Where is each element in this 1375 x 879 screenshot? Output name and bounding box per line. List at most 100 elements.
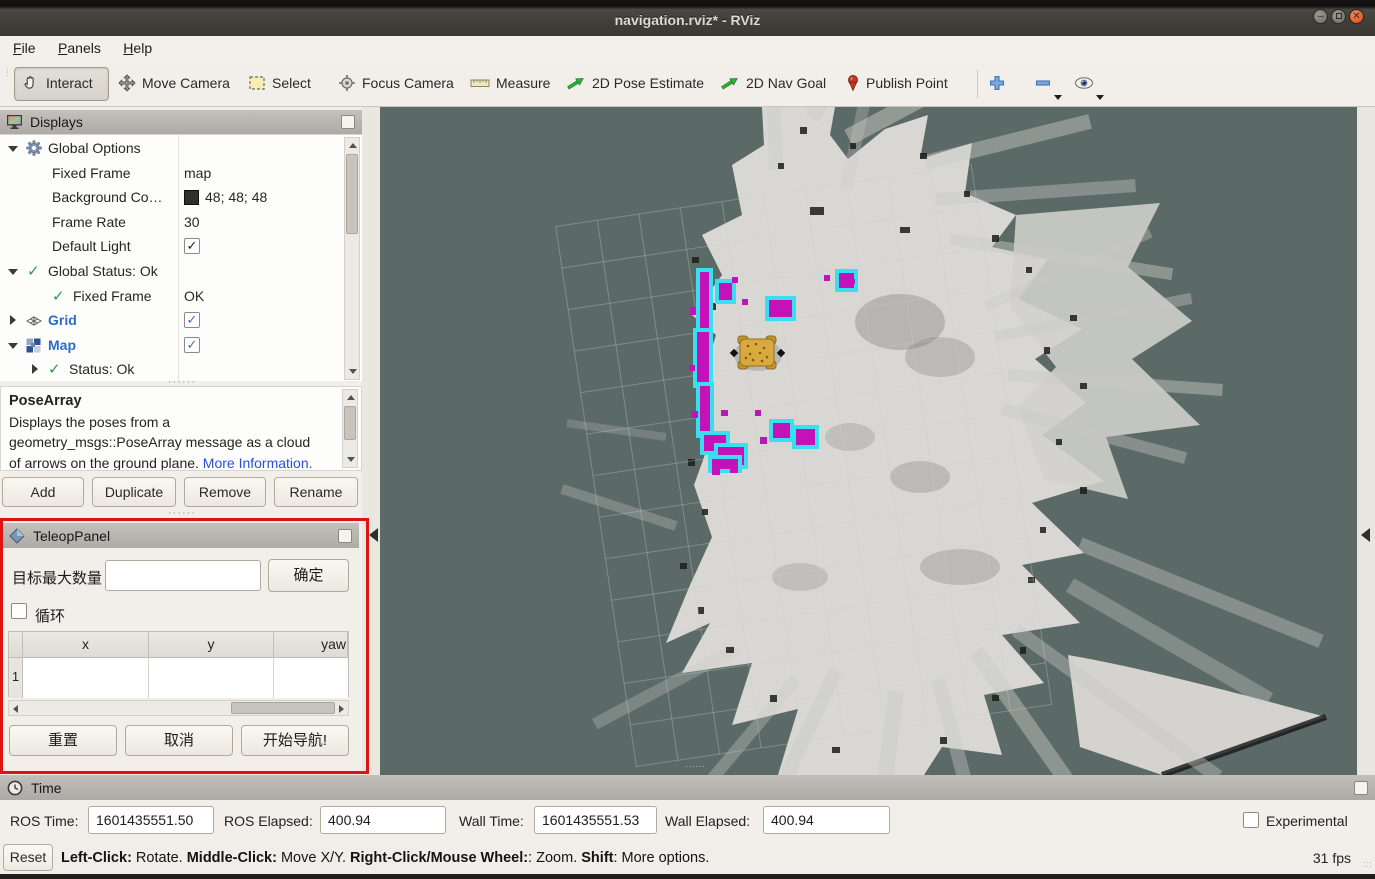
pin-icon xyxy=(846,74,860,92)
minimize-button[interactable]: – xyxy=(1313,9,1328,24)
scroll-right-icon[interactable] xyxy=(339,705,344,713)
scroll-down-icon[interactable] xyxy=(347,457,355,462)
close-button[interactable]: ✕ xyxy=(1349,9,1364,24)
tree-row-grid[interactable]: Grid ✓ xyxy=(0,309,344,333)
wall-elapsed-input[interactable] xyxy=(763,806,890,834)
tree-row-fixed-frame[interactable]: Fixed Frame map xyxy=(0,162,344,186)
nav-goal-tool[interactable]: 2D Nav Goal xyxy=(720,74,826,92)
expander-right-icon[interactable] xyxy=(32,364,38,374)
wall-time-input[interactable] xyxy=(534,806,657,834)
remove-button[interactable]: Remove xyxy=(184,477,266,507)
zoom-dropdown-arrow-icon[interactable] xyxy=(1054,95,1062,100)
ros-time-input[interactable] xyxy=(88,806,214,834)
expander-down-icon[interactable] xyxy=(8,146,18,152)
move-camera-tool[interactable]: Move Camera xyxy=(118,74,230,92)
ros-elapsed-input[interactable] xyxy=(320,806,446,834)
reset-goals-button[interactable]: 重置 xyxy=(9,725,117,756)
experimental-checkbox[interactable] xyxy=(1243,812,1259,828)
collapse-left-arrow-icon[interactable] xyxy=(369,528,378,542)
tree-value[interactable]: 48; 48; 48 xyxy=(205,189,267,205)
scrollbar-thumb[interactable] xyxy=(344,406,356,440)
displays-float-button[interactable] xyxy=(341,115,355,129)
eye-dropdown-arrow-icon[interactable] xyxy=(1096,95,1104,100)
splitter-handle[interactable]: ······ xyxy=(168,511,196,515)
default-light-checkbox[interactable]: ✓ xyxy=(184,238,200,254)
scroll-up-icon[interactable] xyxy=(349,143,357,148)
cancel-button[interactable]: 取消 xyxy=(125,725,233,756)
publish-point-tool[interactable]: Publish Point xyxy=(846,74,948,92)
table-cell-y[interactable] xyxy=(149,658,274,698)
reset-view-button[interactable]: Reset xyxy=(3,844,53,871)
duplicate-button[interactable]: Duplicate xyxy=(92,477,176,507)
teleop-float-button[interactable] xyxy=(338,529,352,543)
displays-tree[interactable]: Global Options Fixed Frame map Backgroun… xyxy=(0,134,362,381)
3d-viewport[interactable]: ······ xyxy=(380,107,1357,775)
scroll-left-icon[interactable] xyxy=(13,705,18,713)
focus-camera-tool[interactable]: Focus Camera xyxy=(338,74,454,92)
column-header-yaw[interactable]: yaw xyxy=(274,632,348,658)
table-cell-x[interactable] xyxy=(23,658,149,698)
tree-scrollbar[interactable] xyxy=(344,137,360,380)
row-header-1[interactable]: 1 xyxy=(9,658,23,698)
expander-down-icon[interactable] xyxy=(8,343,18,349)
tree-row-background-color[interactable]: Background Co… 48; 48; 48 xyxy=(0,186,344,210)
status-ok-check-icon: ✓ xyxy=(48,360,61,378)
table-horizontal-scrollbar[interactable] xyxy=(8,700,349,716)
title-bar[interactable]: navigation.rviz* - RViz – ✕ xyxy=(0,0,1375,36)
tree-row-map[interactable]: Map ✓ xyxy=(0,334,344,358)
toolbar-grip[interactable]: ⋮⋮ xyxy=(3,70,9,98)
maximize-button[interactable] xyxy=(1331,9,1346,24)
max-goals-input[interactable] xyxy=(105,560,261,591)
teleop-panel-header[interactable]: TeleopPanel xyxy=(3,523,359,548)
more-information-link[interactable]: More Information. xyxy=(203,455,313,471)
menu-file[interactable]: File xyxy=(4,36,45,56)
confirm-button[interactable]: 确定 xyxy=(268,559,349,592)
collapse-right-arrow-icon[interactable] xyxy=(1361,528,1370,542)
expander-down-icon[interactable] xyxy=(8,269,18,275)
description-scrollbar[interactable] xyxy=(342,389,358,468)
column-header-x[interactable]: x xyxy=(23,632,149,658)
interact-tool[interactable]: Interact xyxy=(22,74,93,92)
tree-value[interactable]: 30 xyxy=(184,214,200,230)
scrollbar-thumb[interactable] xyxy=(346,154,358,234)
color-swatch[interactable] xyxy=(184,190,199,205)
goals-table[interactable]: x y yaw 1 xyxy=(8,631,349,697)
tree-row-global-status[interactable]: ✓ Global Status: Ok xyxy=(0,260,344,284)
loop-checkbox[interactable] xyxy=(11,603,27,619)
table-cell-yaw[interactable] xyxy=(274,658,348,698)
column-header-y[interactable]: y xyxy=(149,632,274,658)
splitter-handle[interactable]: ······ xyxy=(168,380,196,384)
zoom-out-tool[interactable] xyxy=(1034,74,1052,92)
scrollbar-thumb[interactable] xyxy=(231,702,335,714)
time-panel-header[interactable]: Time xyxy=(0,775,1375,800)
tree-label: Map xyxy=(48,337,76,353)
start-navigation-button[interactable]: 开始导航! xyxy=(241,725,349,756)
zoom-out-minus-icon xyxy=(1034,74,1052,92)
menu-help[interactable]: Help xyxy=(114,36,161,56)
scroll-up-icon[interactable] xyxy=(347,395,355,400)
measure-tool[interactable]: Measure xyxy=(470,74,550,92)
scroll-down-icon[interactable] xyxy=(349,369,357,374)
tree-value[interactable]: map xyxy=(184,165,211,181)
tree-row-default-light[interactable]: Default Light ✓ xyxy=(0,235,344,259)
displays-panel-header[interactable]: Displays xyxy=(0,110,362,134)
left-splitter[interactable]: ····· xyxy=(362,107,380,775)
resize-grip[interactable]: ······ xyxy=(1363,860,1372,868)
expander-right-icon[interactable] xyxy=(10,315,16,325)
view-visibility-tool[interactable] xyxy=(1074,74,1094,92)
tree-row-global-options[interactable]: Global Options xyxy=(0,137,344,161)
tree-row-fixed-frame-status[interactable]: ✓ Fixed Frame OK xyxy=(0,285,344,309)
zoom-in-tool[interactable] xyxy=(988,74,1006,92)
menu-bar: File Panels Help xyxy=(0,36,1375,62)
pose-estimate-tool[interactable]: 2D Pose Estimate xyxy=(566,74,704,92)
tree-row-frame-rate[interactable]: Frame Rate 30 xyxy=(0,211,344,235)
time-float-button[interactable] xyxy=(1354,781,1368,795)
add-button[interactable]: Add xyxy=(2,477,84,507)
splitter-dots: ····· xyxy=(365,519,368,544)
right-splitter[interactable] xyxy=(1357,107,1375,775)
select-tool[interactable]: Select xyxy=(248,74,311,92)
rename-button[interactable]: Rename xyxy=(274,477,358,507)
menu-panels[interactable]: Panels xyxy=(49,36,110,56)
grid-checkbox[interactable]: ✓ xyxy=(184,312,200,328)
map-checkbox[interactable]: ✓ xyxy=(184,337,200,353)
